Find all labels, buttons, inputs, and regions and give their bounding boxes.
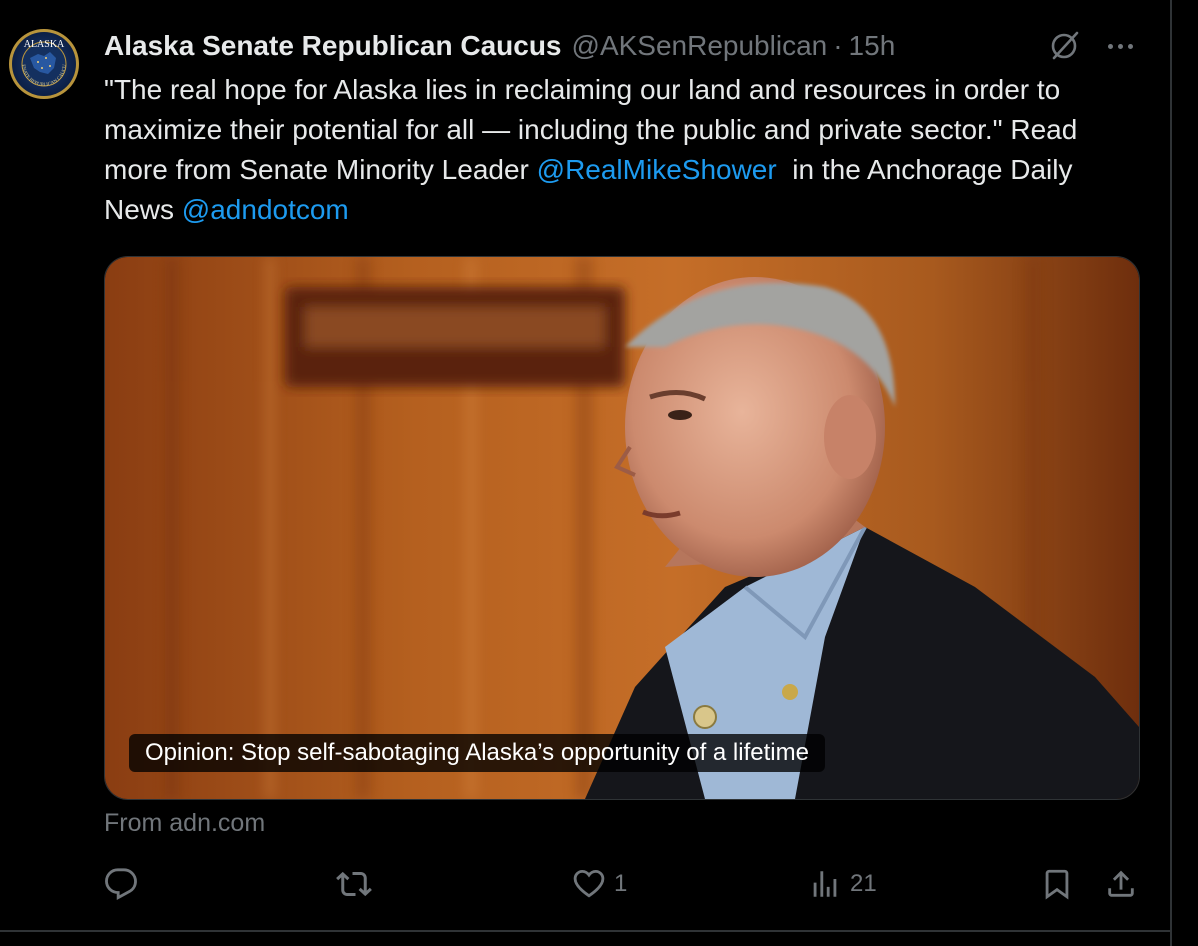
views-button[interactable]: 21	[808, 860, 877, 908]
retweet-icon	[336, 871, 372, 897]
link-card[interactable]: Opinion: Stop self-sabotaging Alaska’s o…	[104, 256, 1140, 800]
tweet-header: Alaska Senate Republican Caucus @AKSenRe…	[104, 26, 895, 66]
card-title: Opinion: Stop self-sabotaging Alaska’s o…	[129, 734, 825, 772]
reply-icon	[105, 868, 137, 900]
column-divider	[1170, 0, 1172, 946]
reply-button[interactable]	[104, 860, 146, 908]
card-photo	[105, 257, 1139, 799]
more-icon[interactable]	[1102, 30, 1138, 62]
tweet[interactable]: ALASKA SENATE REPUBLICAN CAUCUS Alaska S…	[0, 0, 1172, 932]
action-bar: 1 21	[104, 860, 1144, 908]
avatar-top-text: ALASKA	[24, 39, 65, 50]
views-count: 21	[850, 870, 877, 897]
card-source[interactable]: From adn.com	[104, 806, 265, 840]
tweet-divider	[0, 930, 1172, 932]
like-button[interactable]: 1	[572, 860, 627, 908]
bookmark-button[interactable]	[1040, 860, 1074, 908]
share-icon	[1108, 870, 1134, 897]
tweet-text: "The real hope for Alaska lies in reclai…	[104, 70, 1144, 230]
views-icon	[813, 871, 837, 897]
retweet-button[interactable]	[336, 860, 380, 908]
mention-realmikeshower[interactable]: @RealMikeShower	[537, 154, 777, 185]
like-count: 1	[614, 870, 628, 897]
like-icon	[573, 869, 605, 898]
share-button[interactable]	[1104, 860, 1138, 908]
mention-adndotcom[interactable]: @adndotcom	[182, 194, 349, 225]
timestamp[interactable]: 15h	[849, 30, 896, 62]
author-name[interactable]: Alaska Senate Republican Caucus	[104, 30, 562, 62]
author-handle[interactable]: @AKSenRepublican	[572, 30, 828, 62]
grok-icon[interactable]	[1048, 28, 1082, 62]
avatar[interactable]: ALASKA SENATE REPUBLICAN CAUCUS	[8, 28, 80, 100]
bookmark-icon	[1045, 869, 1069, 900]
separator-dot: ·	[833, 30, 843, 61]
